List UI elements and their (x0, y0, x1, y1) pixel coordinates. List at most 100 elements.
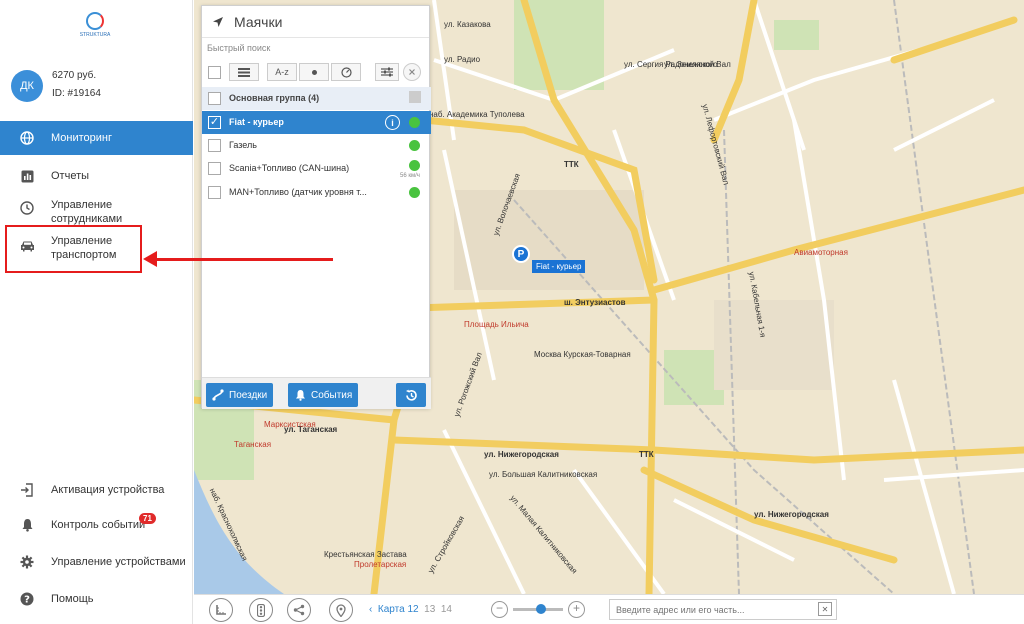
map-page-13[interactable]: 13 (424, 604, 435, 615)
nav-item-label: Контроль событий (51, 519, 146, 531)
nav-item-help[interactable]: ? Помощь (0, 582, 193, 616)
share-icon (293, 604, 305, 616)
group-toggle-icon[interactable] (409, 91, 421, 103)
avatar[interactable]: ДК (11, 70, 43, 102)
nav-item-label: Отчеты (51, 170, 90, 182)
map-metro-label: Марксистская (264, 420, 316, 429)
prev-page-icon[interactable]: ‹ (369, 604, 372, 615)
map-street-label: ш. Энтузиастов (564, 298, 626, 307)
vehicle-marker-label[interactable]: Fiat - курьер (532, 260, 586, 273)
group-row[interactable]: Основная группа (4) (202, 87, 431, 110)
beacon-name: Fiat - курьер (229, 117, 284, 127)
location-button[interactable] (329, 598, 353, 622)
map-bottom-toolbar: ‹ Карта 12 13 14 − + ✕ (194, 594, 1024, 624)
list-view-button[interactable] (229, 63, 259, 81)
panel-header: Маячки (202, 6, 429, 38)
panel-settings-button[interactable] (403, 63, 421, 81)
quick-search-label[interactable]: Быстрый поиск (207, 43, 270, 53)
svg-text:?: ? (24, 595, 30, 606)
logo-mark (86, 12, 104, 30)
beacon-row[interactable]: ✓ Fiat - курьер i (202, 111, 431, 134)
ruler-button[interactable] (209, 598, 233, 622)
nav-item-reports[interactable]: Отчеты (0, 159, 193, 193)
map-street-label: ул. Нижегородская (754, 510, 829, 519)
app-logo[interactable]: STRUKTURA (72, 10, 118, 44)
map-metro-label: Площадь Ильича (464, 320, 529, 329)
map-pager: ‹ Карта 12 13 14 (369, 604, 452, 615)
group-name: Основная группа (4) (229, 93, 320, 103)
enter-icon (19, 482, 35, 498)
events-button[interactable]: События (288, 383, 359, 407)
beacon-row[interactable]: Газель (202, 134, 431, 157)
close-circle-icon (409, 69, 415, 75)
select-all-checkbox[interactable] (208, 66, 221, 79)
beacon-checkbox[interactable] (208, 162, 221, 175)
info-icon[interactable]: i (385, 115, 400, 130)
map-metro-label: Крестьянская Застава (324, 550, 407, 559)
nav-item-event-control[interactable]: Контроль событий 71 (0, 508, 193, 542)
map-metro-label: Пролетарская (354, 560, 407, 569)
nav-item-employees[interactable]: Управление сотрудниками (0, 195, 193, 229)
map-page-prefix: Карта (377, 604, 405, 615)
map-street-label: ул. Сергия Радонежского (624, 60, 718, 69)
zoom-in-icon[interactable]: + (568, 601, 585, 618)
nav-item-label: Мониторинг (51, 132, 113, 144)
help-icon: ? (19, 591, 35, 607)
beacon-name: Газель (229, 140, 257, 150)
clock-icon (19, 200, 35, 216)
map-street-label: наб. Академика Туполева (429, 110, 525, 119)
sliders-icon (381, 67, 393, 77)
trips-button[interactable]: Поездки (206, 383, 274, 407)
navigation-arrow-icon (213, 16, 223, 27)
zoom-slider-handle[interactable] (536, 604, 546, 614)
online-status-dot (409, 187, 420, 198)
map-street-label: ул. Казакова (444, 20, 491, 29)
map-street-label: ТТК (639, 450, 654, 459)
share-button[interactable] (287, 598, 311, 622)
beacon-checkbox[interactable] (208, 186, 221, 199)
trips-label: Поездки (229, 389, 268, 401)
sort-az-button[interactable]: A-z (267, 63, 297, 81)
map-metro-label: Авиамоторная (794, 248, 848, 257)
ruler-icon (216, 605, 226, 615)
beacon-row[interactable]: MAN+Топливо (датчик уровня т... (202, 181, 431, 204)
online-status-dot (409, 140, 420, 151)
beacon-name: MAN+Топливо (датчик уровня т... (229, 187, 367, 197)
address-search-input[interactable] (609, 599, 837, 620)
nav-item-activate-device[interactable]: Активация устройства (0, 473, 193, 507)
annotation-arrow-head (143, 251, 157, 267)
address-search-button[interactable]: ✕ (818, 602, 832, 616)
beacon-checkbox[interactable]: ✓ (208, 116, 221, 129)
map-street-label: ул. Нижегородская (484, 450, 559, 459)
beacon-checkbox[interactable] (208, 139, 221, 152)
vehicle-marker[interactable]: P (512, 245, 530, 263)
gauge-icon (340, 66, 352, 78)
map-page-12[interactable]: 12 (407, 604, 418, 615)
sidebar: STRUKTURA ДК 6270 руб. ID: #19164 Монито… (0, 0, 193, 624)
nav-item-monitoring[interactable]: Мониторинг (0, 121, 193, 155)
annotation-highlight-box (5, 225, 142, 273)
nav-item-device-management[interactable]: Управление устройствами (0, 545, 193, 579)
map-page-14[interactable]: 14 (441, 604, 452, 615)
nav-item-label: Управление устройствами (51, 556, 186, 568)
history-button[interactable] (396, 383, 426, 407)
location-pin-icon (336, 603, 346, 617)
beacon-row[interactable]: Scania+Топливо (CAN-шина) 56 км/ч (202, 157, 431, 180)
beacon-speed: 56 км/ч (400, 173, 420, 179)
logo-text: STRUKTURA (79, 32, 111, 38)
map-street-label: Москва Курская-Товарная (534, 350, 631, 359)
zoom-out-icon[interactable]: − (491, 601, 508, 618)
sort-status-button[interactable] (299, 63, 329, 81)
map-street-label: ТТК (564, 160, 579, 169)
traffic-button[interactable] (249, 598, 273, 622)
list-icon (238, 67, 250, 77)
map-street-label: ул. Большая Калитниковская (489, 470, 598, 479)
group-checkbox[interactable] (208, 92, 221, 105)
panel-toolbar: A-z (202, 63, 431, 83)
filter-settings-button[interactable] (375, 63, 399, 81)
nav-item-label: Управление сотрудниками (51, 199, 123, 225)
sort-time-button[interactable] (331, 63, 361, 81)
globe-icon (19, 130, 35, 146)
online-status-dot (409, 160, 420, 171)
bell-icon (294, 389, 306, 401)
